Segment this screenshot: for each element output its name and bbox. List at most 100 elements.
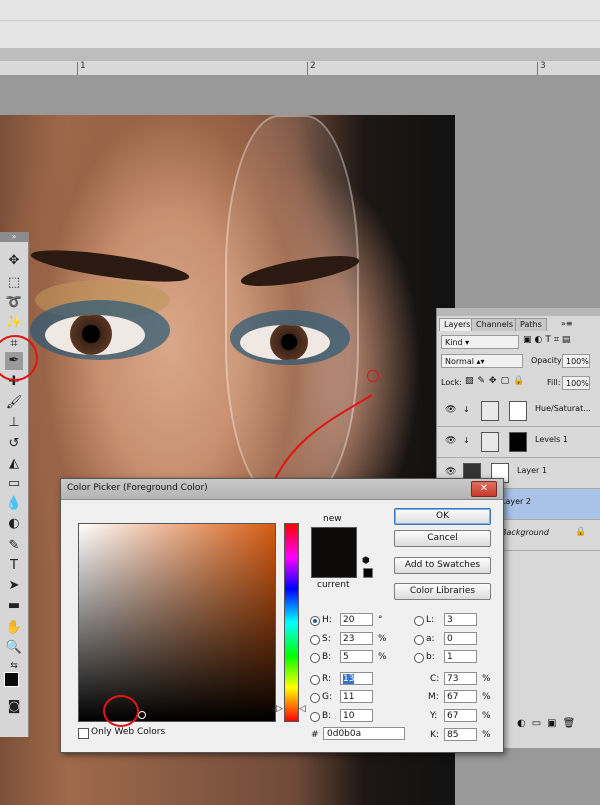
radio-s[interactable] — [310, 635, 320, 645]
hue-input[interactable]: 20 — [340, 613, 373, 626]
tab-layers[interactable]: Layers — [439, 318, 476, 331]
brush-tool-icon[interactable]: 🖌 — [5, 394, 23, 412]
tab-channels[interactable]: Channels — [471, 318, 519, 331]
toolbox-header[interactable]: » — [0, 232, 28, 242]
blue-input[interactable]: 10 — [340, 709, 373, 722]
radio-blue[interactable] — [310, 712, 320, 722]
close-icon[interactable]: ✕ — [471, 481, 497, 497]
dodge-tool-icon[interactable]: ◐ — [5, 515, 23, 533]
green-input[interactable]: 11 — [340, 690, 373, 703]
hue-slider-left-arrow-icon[interactable]: ▷ — [276, 704, 283, 714]
field-label-l: L: — [426, 615, 435, 625]
glass-mask-overlay — [225, 115, 359, 499]
red-input[interactable]: 13 — [340, 672, 373, 685]
tab-paths[interactable]: Paths — [515, 318, 547, 331]
lab-a-input[interactable]: 0 — [444, 632, 477, 645]
dialog-titlebar[interactable]: Color Picker (Foreground Color) ✕ — [61, 479, 503, 500]
lab-b-input[interactable]: 1 — [444, 650, 477, 663]
hex-label: # — [311, 730, 319, 740]
web-safe-swatch[interactable] — [363, 568, 373, 578]
visibility-eye-icon[interactable]: 👁 — [445, 436, 456, 446]
field-label-a: a: — [426, 634, 435, 644]
unit-percent: % — [482, 674, 491, 684]
right-eye — [240, 325, 330, 360]
path-selection-tool-icon[interactable]: ➤ — [5, 577, 23, 595]
current-color-swatch[interactable] — [311, 552, 357, 578]
color-field-cursor[interactable] — [138, 711, 146, 719]
field-label-blue: B: — [322, 711, 332, 721]
blur-tool-icon[interactable]: 💧 — [5, 495, 23, 513]
ok-button[interactable]: OK — [394, 508, 491, 525]
radio-r[interactable] — [310, 675, 320, 685]
radio-l[interactable] — [414, 616, 424, 626]
radio-b[interactable] — [310, 653, 320, 663]
right-iris — [270, 325, 308, 360]
filter-kind-label: Kind — [445, 338, 463, 347]
lock-icon: 🔒 — [575, 527, 587, 537]
only-web-colors-label: Only Web Colors — [91, 727, 166, 737]
blend-mode-select[interactable]: Normal ▴▾ — [441, 354, 523, 368]
hue-slider-right-arrow-icon[interactable]: ◁ — [299, 704, 306, 714]
radio-a[interactable] — [414, 635, 424, 645]
color-libraries-button[interactable]: Color Libraries — [394, 583, 491, 600]
hand-tool-icon[interactable]: ✋ — [5, 619, 23, 637]
gradient-tool-icon[interactable]: ▭ — [5, 475, 23, 493]
hue-slider[interactable] — [284, 523, 299, 722]
eraser-tool-icon[interactable]: ◭ — [5, 455, 23, 473]
unit-percent: % — [482, 711, 491, 721]
panel-grip[interactable] — [437, 308, 600, 316]
hex-input[interactable]: 0d0b0a — [323, 727, 405, 740]
color-field[interactable] — [78, 523, 276, 722]
magic-wand-tool-icon[interactable]: ✨ — [5, 314, 23, 332]
left-eye — [45, 315, 145, 355]
marquee-tool-icon[interactable]: ⬚ — [5, 274, 23, 292]
panel-menu-icon[interactable]: »≡ — [561, 319, 573, 328]
layer-row[interactable]: 👁 ↓ Hue/Saturat... — [437, 396, 600, 427]
unit-percent: % — [482, 692, 491, 702]
layer-row[interactable]: 👁 ↓ Levels 1 — [437, 427, 600, 458]
move-tool-icon[interactable]: ✥ — [5, 252, 23, 270]
left-iris — [70, 315, 112, 355]
fill-input[interactable]: 100% — [562, 376, 590, 390]
opacity-label: Opacity: — [531, 356, 564, 365]
history-brush-tool-icon[interactable]: ↺ — [5, 435, 23, 453]
unit-percent: % — [482, 730, 491, 740]
zoom-tool-icon[interactable]: 🔍 — [5, 639, 23, 657]
visibility-eye-icon[interactable]: 👁 — [445, 405, 456, 415]
levels-adjustment-icon — [481, 432, 499, 452]
lab-l-input[interactable]: 3 — [444, 613, 477, 626]
filter-icons[interactable]: ▣◐T⌗▤ — [523, 335, 573, 345]
brightness-input[interactable]: 5 — [340, 650, 373, 663]
panel-footer-icons[interactable]: ◐▭▣🗑 — [517, 718, 581, 729]
lasso-tool-icon[interactable]: ➰ — [5, 294, 23, 312]
magenta-input[interactable]: 67 — [444, 690, 477, 703]
horizontal-ruler: 1 2 3 — [0, 60, 600, 76]
black-input[interactable]: 85 — [444, 728, 477, 741]
pen-tool-icon[interactable]: ✎ — [5, 537, 23, 555]
radio-h[interactable] — [310, 616, 320, 626]
quick-mask-icon[interactable]: ◙ — [5, 698, 23, 716]
layer-name: Layer 1 — [517, 466, 547, 475]
out-of-gamut-cube-icon[interactable]: ⬢ — [362, 556, 370, 566]
ruler-tick — [537, 62, 538, 75]
foreground-color-swatch[interactable] — [4, 672, 19, 687]
cyan-input[interactable]: 73 — [444, 672, 477, 685]
tools-panel: » ✥ ⬚ ➰ ✨ ⌗ ✒ ✚ 🖌 ⊥ ↺ ◭ ▭ 💧 ◐ ✎ T ➤ ▬ ✋ … — [0, 232, 29, 737]
radio-g[interactable] — [310, 693, 320, 703]
yellow-input[interactable]: 67 — [444, 709, 477, 722]
visibility-eye-icon[interactable]: 👁 — [445, 467, 456, 477]
only-web-colors-checkbox[interactable] — [78, 728, 89, 739]
fill-label: Fill: — [547, 378, 561, 387]
field-label-k: K: — [430, 730, 439, 740]
type-tool-icon[interactable]: T — [5, 557, 23, 575]
cancel-button[interactable]: Cancel — [394, 530, 491, 547]
shape-tool-icon[interactable]: ▬ — [5, 597, 23, 615]
clone-stamp-tool-icon[interactable]: ⊥ — [5, 414, 23, 432]
saturation-input[interactable]: 23 — [340, 632, 373, 645]
opacity-input[interactable]: 100% — [562, 354, 590, 368]
layer-name: Levels 1 — [535, 435, 568, 444]
filter-kind-select[interactable]: Kind ▾ — [441, 335, 519, 349]
lock-icons[interactable]: ▨✎✥▢🔒 — [465, 376, 528, 386]
add-to-swatches-button[interactable]: Add to Swatches — [394, 557, 491, 574]
radio-lab-b[interactable] — [414, 653, 424, 663]
